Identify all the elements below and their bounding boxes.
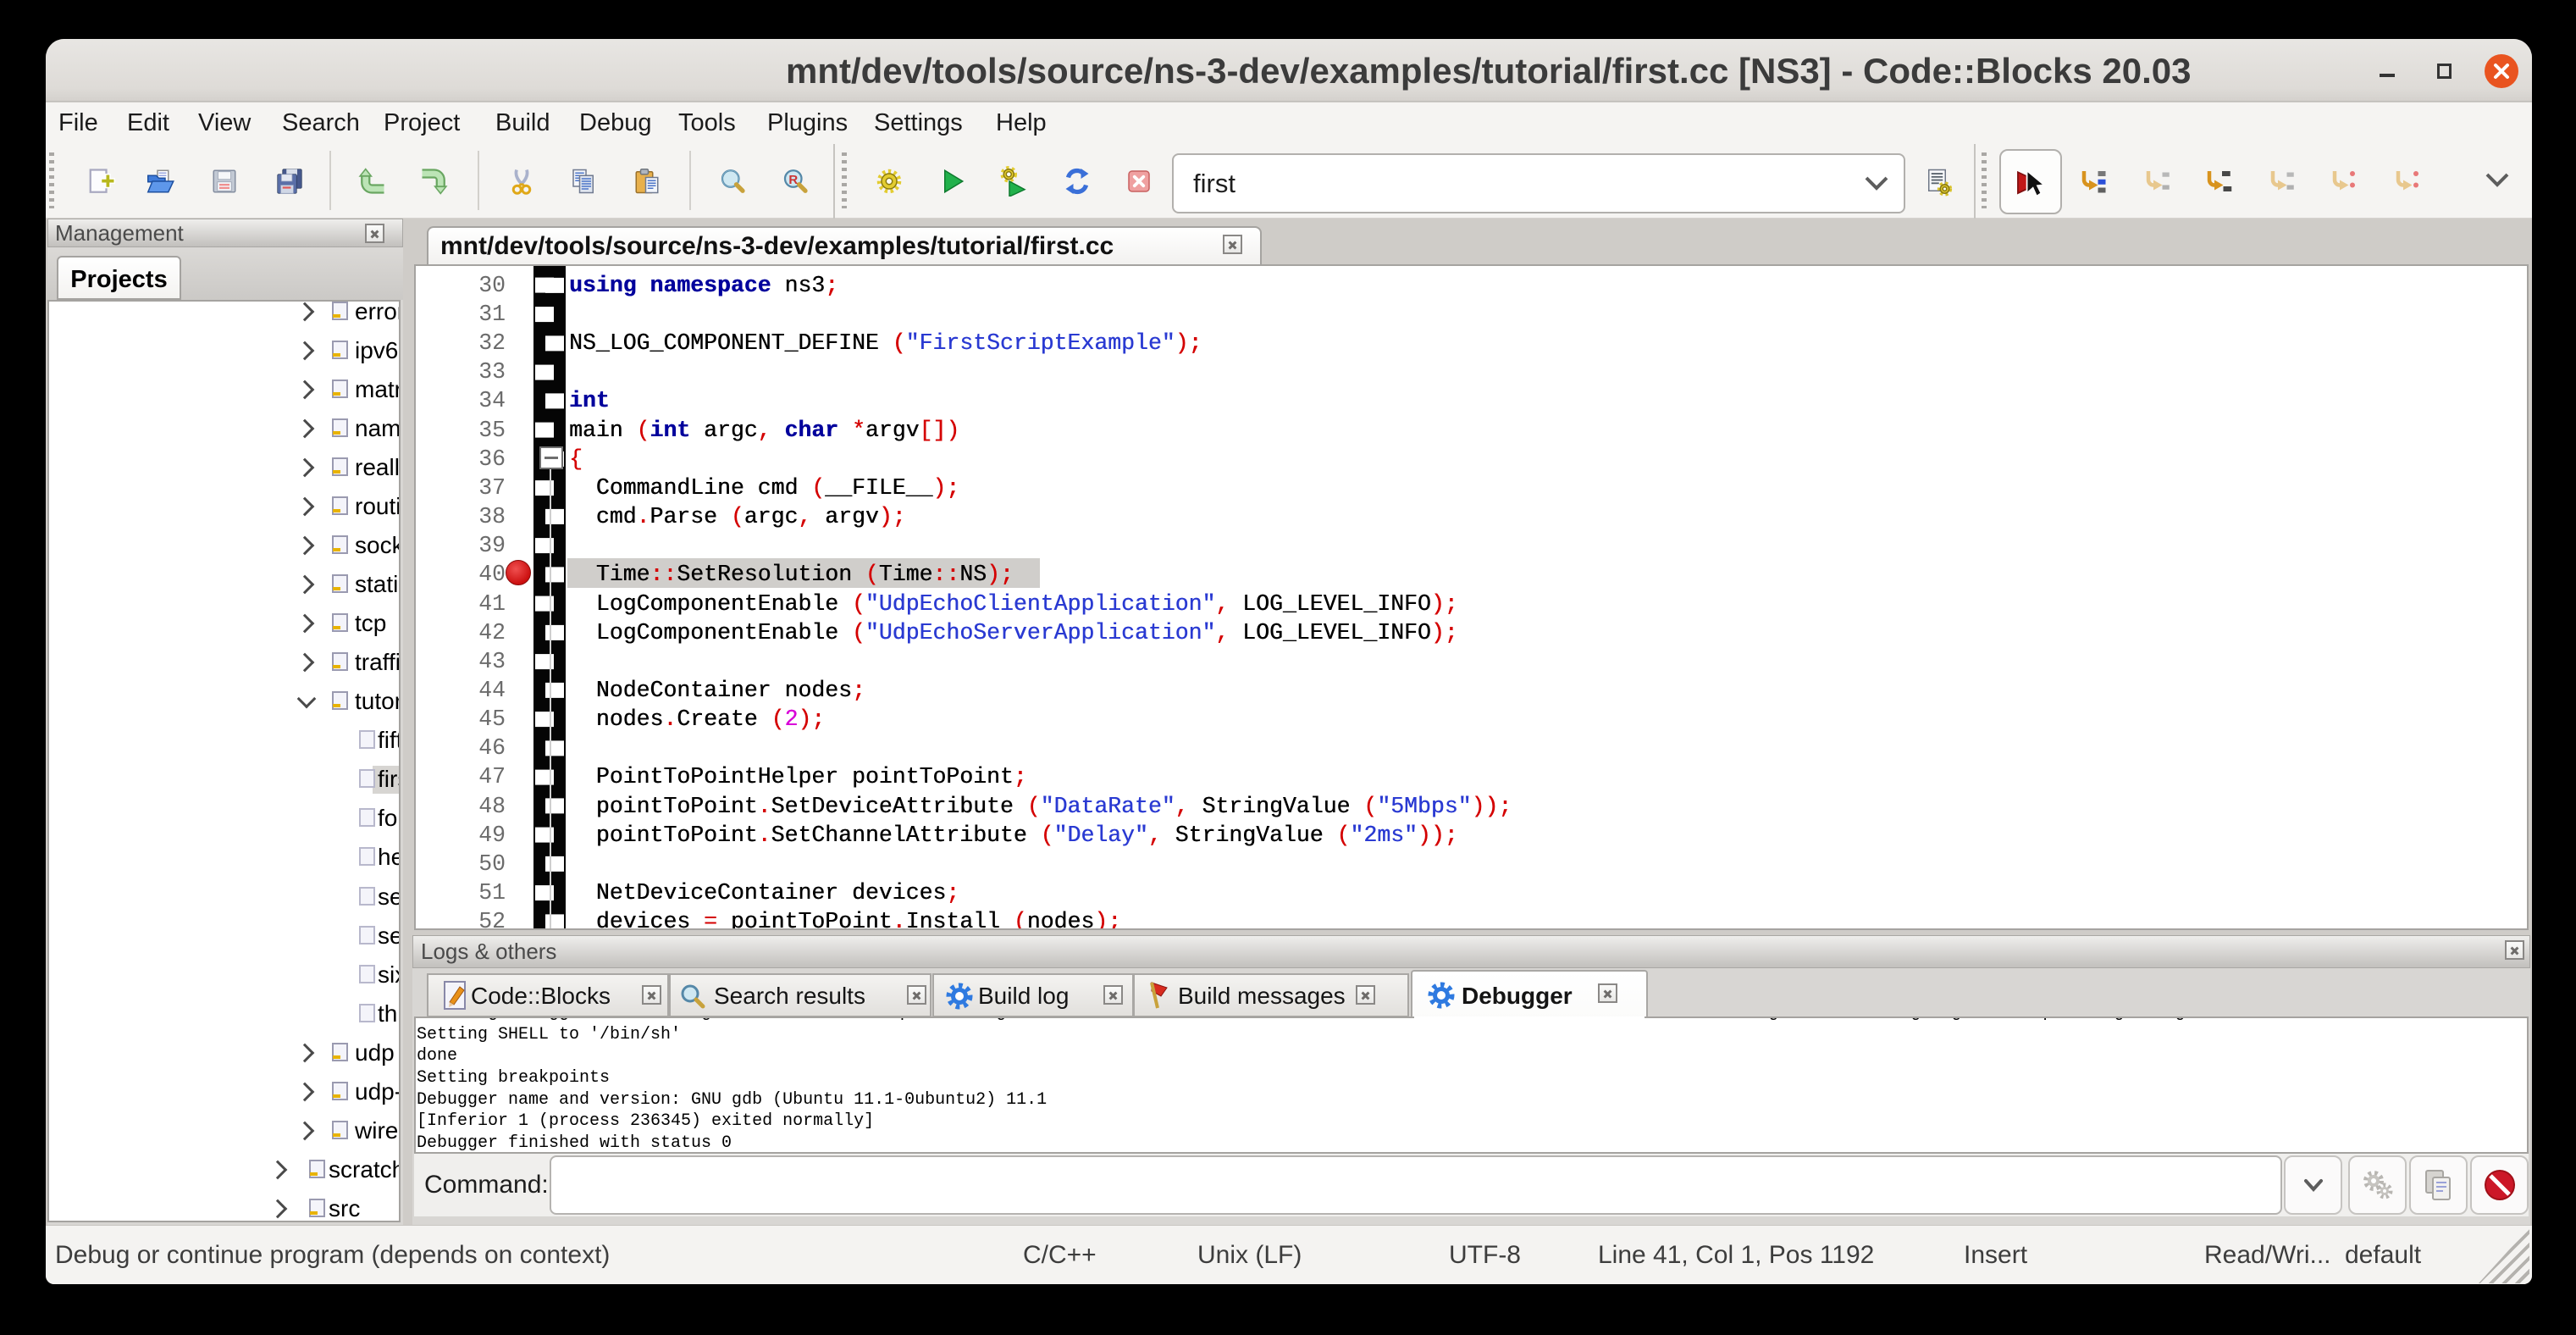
svg-text:R: R [788, 173, 798, 187]
